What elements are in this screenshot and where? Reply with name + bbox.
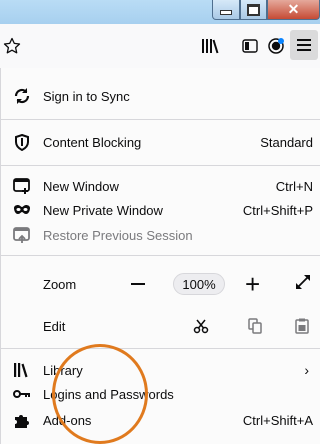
maximize-icon <box>247 3 260 16</box>
shortcut-label: Ctrl+Shift+A <box>242 412 313 428</box>
menu-item-label: New Private Window <box>43 202 163 218</box>
menu-item-label: Add-ons <box>43 412 92 428</box>
zoom-in-button[interactable]: + <box>245 270 260 298</box>
menu-separator <box>1 255 320 256</box>
star-icon[interactable] <box>0 34 24 58</box>
copy-icon[interactable] <box>247 318 263 337</box>
menu-item-zoom: Zoom 100% + <box>1 270 320 298</box>
menu-item-restore-session[interactable]: Restore Previous Session <box>1 223 320 247</box>
menu-separator <box>1 165 320 166</box>
menu-separator <box>1 119 320 120</box>
chevron-right-icon: › <box>304 362 309 378</box>
shortcut-label: Ctrl+N <box>275 178 313 194</box>
sidebar-icon[interactable] <box>238 34 262 58</box>
new-window-icon <box>13 177 31 195</box>
menu-item-sign-in-sync[interactable]: Sign in to Sync <box>1 84 320 108</box>
shield-icon <box>13 133 31 151</box>
mask-icon <box>13 201 31 219</box>
library-books-icon <box>13 361 31 379</box>
account-icon[interactable] <box>264 34 288 58</box>
close-icon: ✕ <box>287 1 300 17</box>
minimize-icon <box>220 10 232 15</box>
window-titlebar: ✕ <box>0 0 320 24</box>
hamburger-menu-icon[interactable] <box>290 30 318 60</box>
content-blocking-status: Standard <box>260 134 313 150</box>
menu-item-label: Zoom <box>43 276 77 292</box>
menu-item-logins-passwords[interactable]: Logins and Passwords <box>1 382 320 406</box>
zoom-reset-button[interactable]: 100% <box>173 273 225 295</box>
menu-item-label: Sign in to Sync <box>43 88 130 104</box>
menu-item-label: Content Blocking <box>43 134 142 150</box>
key-icon <box>13 385 31 403</box>
menu-item-label: New Window <box>43 178 119 194</box>
cut-icon[interactable] <box>193 318 209 337</box>
menu-item-new-window[interactable]: New Window Ctrl+N <box>1 174 320 198</box>
shortcut-label: Ctrl+Shift+P <box>242 202 313 218</box>
menu-item-edit: Edit <box>1 314 320 338</box>
menu-separator <box>1 348 320 349</box>
minimize-button[interactable] <box>212 0 240 20</box>
zoom-out-button[interactable] <box>131 283 145 285</box>
app-menu-panel: Sign in to Sync Content Blocking Standar… <box>0 68 320 444</box>
paste-icon[interactable] <box>295 318 309 337</box>
maximize-button[interactable] <box>240 0 267 20</box>
fullscreen-icon[interactable] <box>295 274 311 293</box>
library-icon[interactable] <box>198 34 222 58</box>
sync-icon <box>13 87 31 105</box>
menu-item-content-blocking[interactable]: Content Blocking Standard <box>1 130 320 154</box>
menu-item-new-private-window[interactable]: New Private Window Ctrl+Shift+P <box>1 198 320 222</box>
close-button[interactable]: ✕ <box>267 0 320 20</box>
menu-item-addons[interactable]: Add-ons Ctrl+Shift+A <box>1 408 320 432</box>
browser-toolbar <box>0 24 320 69</box>
menu-item-label: Logins and Passwords <box>43 386 174 402</box>
restore-icon <box>13 226 31 244</box>
puzzle-icon <box>13 411 31 429</box>
menu-item-label: Library <box>43 362 83 378</box>
menu-item-label: Restore Previous Session <box>43 227 193 243</box>
menu-item-library[interactable]: Library › <box>1 358 320 382</box>
menu-item-label: Edit <box>43 318 66 334</box>
